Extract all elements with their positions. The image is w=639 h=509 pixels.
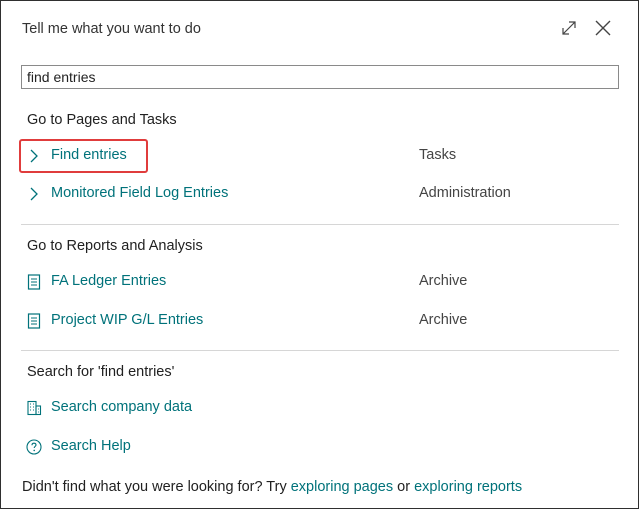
result-label: Find entries	[51, 147, 127, 163]
report-icon	[25, 312, 43, 330]
exploring-reports-link[interactable]: exploring reports	[414, 479, 522, 495]
search-company-data-link[interactable]: Search company data	[21, 391, 619, 425]
chevron-right-icon	[25, 185, 43, 203]
result-category: Archive	[419, 312, 468, 328]
result-label: FA Ledger Entries	[51, 273, 167, 289]
section-divider	[21, 224, 619, 225]
result-label: Monitored Field Log Entries	[51, 185, 229, 201]
result-category: Archive	[419, 273, 468, 289]
search-help-link[interactable]: Search Help	[21, 430, 619, 464]
report-icon	[25, 273, 43, 291]
exploring-pages-link[interactable]: exploring pages	[291, 479, 393, 495]
search-section-title: Search for 'find entries'	[27, 364, 175, 380]
search-input[interactable]	[21, 65, 619, 89]
result-fa-ledger-entries[interactable]: FA Ledger Entries Archive	[21, 265, 619, 299]
building-icon	[25, 399, 43, 417]
footer-text: Didn't find what you were looking for? T…	[22, 479, 291, 495]
result-category: Tasks	[419, 147, 457, 163]
close-icon	[595, 20, 611, 36]
result-project-wip-gl-entries[interactable]: Project WIP G/L Entries Archive	[21, 304, 619, 338]
result-find-entries[interactable]: Find entries Tasks	[21, 139, 619, 173]
close-button[interactable]	[590, 15, 616, 41]
footer-or-text: or	[393, 479, 415, 495]
expand-icon	[562, 21, 576, 35]
pages-section-title: Go to Pages and Tasks	[27, 112, 177, 128]
section-divider	[21, 350, 619, 351]
footer: Didn't find what you were looking for? T…	[22, 479, 522, 495]
result-label: Search Help	[51, 438, 131, 454]
reports-section-title: Go to Reports and Analysis	[27, 238, 203, 254]
chevron-right-icon	[25, 147, 43, 165]
result-label: Project WIP G/L Entries	[51, 312, 204, 328]
result-category: Administration	[419, 185, 511, 201]
help-icon	[25, 438, 43, 456]
dialog-title: Tell me what you want to do	[22, 21, 201, 37]
expand-button[interactable]	[556, 15, 582, 41]
tell-me-dialog: Tell me what you want to do Go to Pages …	[0, 0, 639, 509]
result-monitored-field-log-entries[interactable]: Monitored Field Log Entries Administrati…	[21, 177, 619, 211]
result-label: Search company data	[51, 399, 193, 415]
